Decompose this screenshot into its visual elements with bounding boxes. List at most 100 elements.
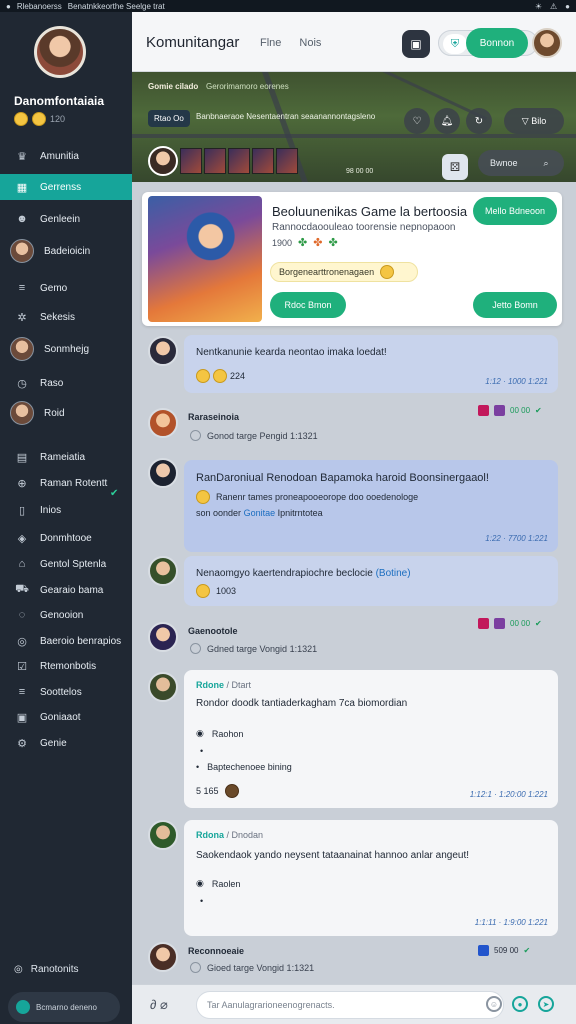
user-name[interactable]: Rdone bbox=[196, 680, 224, 690]
banner-search[interactable]: Bwnoe ⌕ bbox=[478, 150, 564, 176]
sidebar-item-label: Gemo bbox=[40, 282, 68, 294]
sidebar-item[interactable]: ◎ Baeroio benrapios bbox=[0, 628, 132, 654]
card-subtitle: Rannocdaoouleao toorensie nepnopaoon bbox=[272, 222, 456, 233]
emoji-picker-icon[interactable]: ☺ bbox=[486, 996, 502, 1012]
sidebar-item[interactable]: ✲ Sekesis bbox=[0, 304, 132, 330]
camera-icon[interactable]: ▣ bbox=[402, 30, 430, 58]
user-name[interactable]: Rdona bbox=[196, 830, 224, 840]
badge-icon bbox=[494, 618, 505, 629]
sidebar-item-label: Genooion bbox=[40, 609, 84, 621]
sidebar-item[interactable]: ◷ Raso bbox=[0, 370, 132, 396]
emoji-icon bbox=[224, 784, 239, 798]
sidebar-item[interactable]: ◌ Genooion bbox=[0, 602, 132, 628]
user-avatar[interactable] bbox=[532, 28, 562, 58]
sidebar-item[interactable]: ▯ Inios bbox=[0, 497, 132, 523]
message-avatar[interactable] bbox=[148, 820, 178, 850]
sidebar-item[interactable]: ≡ Gemo bbox=[0, 275, 132, 301]
chat-icon: ◌ bbox=[18, 609, 26, 621]
footer-label: Bcmarno deneno bbox=[36, 1002, 97, 1012]
user-name[interactable]: Raraseinoia bbox=[188, 412, 239, 422]
hero-image[interactable] bbox=[148, 196, 262, 322]
message-link[interactable]: (Botine) bbox=[376, 568, 411, 579]
sidebar-item[interactable]: ⛟ Gearaio bama bbox=[0, 577, 132, 603]
sidebar-item-label: Raso bbox=[40, 377, 64, 389]
dice-icon[interactable]: ⚄ bbox=[442, 154, 468, 180]
sidebar-item[interactable]: ☑ Rtemonbotis bbox=[0, 653, 132, 679]
card-button-right[interactable]: Jetto Bomn bbox=[473, 292, 557, 318]
gem-icon: ◈ bbox=[17, 532, 27, 545]
card-button-left[interactable]: Rdoc Bmon bbox=[270, 292, 346, 318]
poll-option[interactable]: Raolen bbox=[212, 879, 241, 889]
message-avatar[interactable] bbox=[148, 408, 178, 438]
primary-button[interactable]: Bonnon bbox=[466, 28, 528, 58]
message-avatar[interactable] bbox=[148, 622, 178, 652]
emoji-icon bbox=[196, 584, 210, 598]
sidebar-item[interactable]: Roid bbox=[0, 400, 132, 426]
sidebar-item[interactable]: ▤ Rameiatia bbox=[0, 444, 132, 470]
clock-icon bbox=[190, 643, 201, 654]
hero-thumbnail[interactable] bbox=[204, 148, 226, 174]
hero-thumbnail[interactable] bbox=[228, 148, 250, 174]
sidebar-item[interactable]: ⚙ Genie bbox=[0, 730, 132, 756]
bell-icon[interactable]: 🔔︎ bbox=[434, 108, 460, 134]
radio-icon[interactable]: ◉ bbox=[196, 728, 204, 739]
sidebar-footer-button[interactable]: Bcmarno deneno bbox=[8, 992, 120, 1022]
message-avatar[interactable] bbox=[148, 672, 178, 702]
user-name[interactable]: Gaenootole bbox=[188, 626, 238, 636]
refresh-icon[interactable]: ↻ bbox=[466, 108, 492, 134]
message-input[interactable]: Tar Aanulagrarioneenogrenacts. bbox=[196, 991, 504, 1019]
mic-icon[interactable]: ● bbox=[512, 996, 528, 1012]
profile-stats: 120 bbox=[14, 112, 65, 126]
sidebar-item[interactable]: ⌂ Gentol Sptenla bbox=[0, 551, 132, 577]
tip-text: Borgenearttronenagaen bbox=[279, 267, 375, 277]
filter-button[interactable]: ▽ Bilo bbox=[504, 108, 564, 134]
message-bubble[interactable]: Nenaomgyo kaertendrapiochre beclocie (Bo… bbox=[184, 556, 558, 606]
sidebar-item[interactable]: ▣ Goniaaot bbox=[0, 704, 132, 730]
poll-option[interactable]: Baptechenoee bining bbox=[207, 762, 292, 772]
banner-tag[interactable]: Rtao Oo bbox=[148, 110, 190, 127]
message-time: 1:22 · 7700 1:221 bbox=[485, 534, 548, 543]
sidebar-item[interactable]: ≡ Soottelos bbox=[0, 679, 132, 705]
hero-thumbnail[interactable] bbox=[180, 148, 202, 174]
message-link[interactable]: Gonitae bbox=[244, 508, 276, 518]
link-flne[interactable]: Flne bbox=[260, 37, 281, 49]
poll-option[interactable]: Raohon bbox=[212, 729, 244, 739]
message-avatar[interactable] bbox=[148, 556, 178, 586]
sidebar-item[interactable]: Sonmhejg bbox=[0, 336, 132, 362]
hero-thumbnail[interactable] bbox=[276, 148, 298, 174]
badge-icon bbox=[478, 945, 489, 956]
message-bubble[interactable]: Nentkanunie kearda neontao imaka loedat!… bbox=[184, 335, 558, 393]
message-avatar[interactable] bbox=[148, 942, 178, 972]
send-icon[interactable]: ➤ bbox=[538, 996, 554, 1012]
sidebar-item[interactable]: ♛ Amunitia bbox=[0, 143, 132, 169]
sidebar-item-label: Ranotonits bbox=[30, 964, 79, 975]
message-bubble[interactable]: RanDaroniual Renodoan Bapamoka haroid Bo… bbox=[184, 460, 558, 552]
sidebar-item[interactable]: ▦ Gerrenss bbox=[0, 174, 132, 200]
sidebar: Danomfontaiaia 120 ♛ Amunitia ▦ Gerrenss ☻ Ge… bbox=[0, 12, 132, 1024]
profile-avatar[interactable] bbox=[34, 26, 86, 78]
message-avatar[interactable] bbox=[148, 336, 178, 366]
sidebar-item[interactable]: ◈ Donmhtooe bbox=[0, 525, 132, 551]
message-card[interactable]: Rdona / Dnodan Saokendaok yando neysent … bbox=[184, 820, 558, 936]
sidebar-item[interactable]: Badeioicin bbox=[0, 238, 132, 264]
message-composer: ∂ ⌀ Tar Aanulagrarioneenogrenacts. ☺ ● ➤ bbox=[132, 984, 576, 1024]
card-button-top[interactable]: Mello Bdneoon bbox=[473, 197, 557, 225]
heart-icon[interactable]: ♡ bbox=[404, 108, 430, 134]
shield-icon[interactable]: ⛨ bbox=[443, 34, 467, 54]
gear-icon: ✲ bbox=[17, 311, 27, 324]
link-nois[interactable]: Nois bbox=[299, 37, 321, 49]
attach-icon[interactable]: ∂ ⌀ bbox=[150, 997, 168, 1013]
reaction-count: 224 bbox=[230, 371, 246, 381]
sidebar-item-bottom[interactable]: ◎ Ranotonits bbox=[14, 964, 79, 975]
user-name[interactable]: Reconnoeaie bbox=[188, 946, 244, 956]
badge-count: 509 00 bbox=[494, 946, 519, 955]
message-text: Saokendaok yando neysent tataanainat han… bbox=[196, 850, 469, 861]
message-meta: Gdned targe Vongid 1:1321 bbox=[207, 643, 318, 654]
sidebar-item[interactable]: ☻ Genleein bbox=[0, 206, 132, 232]
message-avatar[interactable] bbox=[148, 458, 178, 488]
message-card[interactable]: Rdone / Dtart Rondor doodk tantiaderkagh… bbox=[184, 670, 558, 808]
radio-icon[interactable]: ◉ bbox=[196, 878, 204, 889]
emoji-icon bbox=[196, 490, 210, 504]
banner-avatar[interactable] bbox=[148, 146, 178, 176]
hero-thumbnail[interactable] bbox=[252, 148, 274, 174]
